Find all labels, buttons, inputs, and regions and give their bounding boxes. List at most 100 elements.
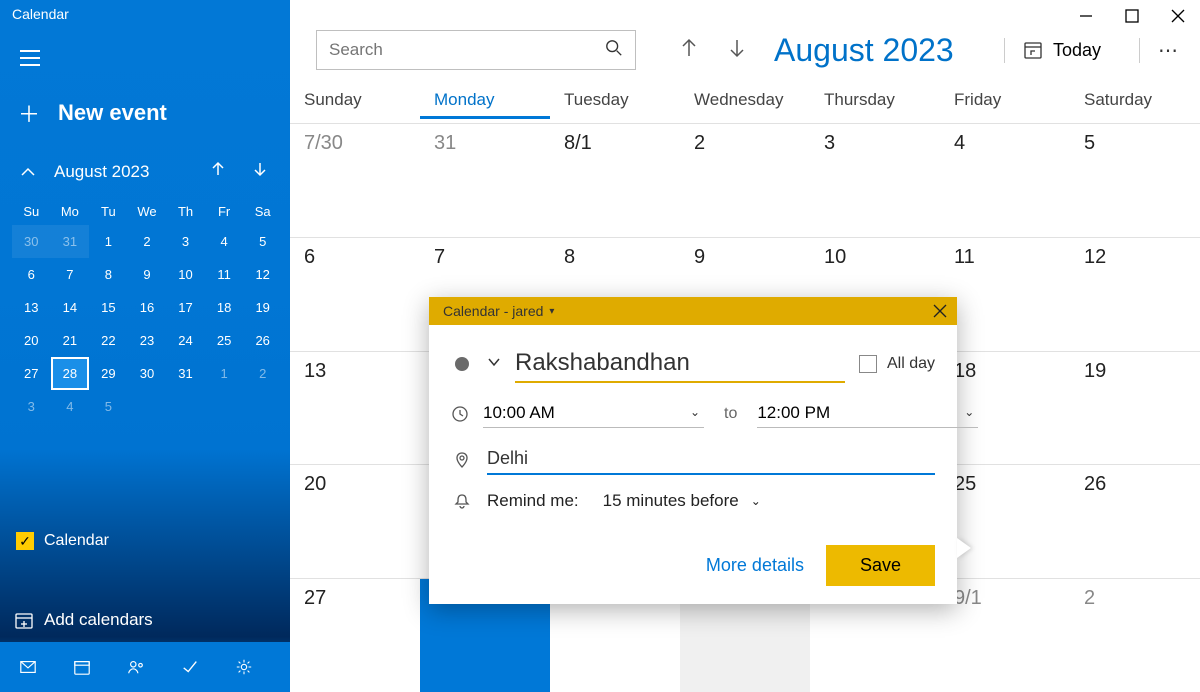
mini-cal-day[interactable]: 30 — [12, 225, 51, 258]
mini-cal-day[interactable]: 6 — [12, 258, 51, 291]
save-button[interactable]: Save — [826, 545, 935, 586]
minimize-button[interactable] — [1078, 8, 1094, 24]
mini-cal-day[interactable]: 7 — [51, 258, 90, 291]
mini-cal-day[interactable]: 1 — [205, 357, 244, 390]
mini-cal-day[interactable]: 27 — [12, 357, 51, 390]
mini-cal-day[interactable]: 12 — [243, 258, 282, 291]
mini-cal-day[interactable]: 15 — [89, 291, 128, 324]
mini-calendar[interactable]: SuMoTuWeThFrSa30311234567891011121314151… — [0, 190, 290, 423]
end-time-input[interactable] — [757, 399, 978, 428]
calendar-cell[interactable]: 12 — [1070, 237, 1200, 351]
mini-cal-day[interactable]: 31 — [166, 357, 205, 390]
mini-cal-day[interactable]: 23 — [128, 324, 167, 357]
mini-cal-day[interactable]: 25 — [205, 324, 244, 357]
search-icon[interactable] — [605, 39, 623, 62]
mini-cal-day[interactable]: 26 — [243, 324, 282, 357]
mini-cal-day[interactable]: 2 — [243, 357, 282, 390]
search-box[interactable] — [316, 30, 636, 70]
calendar-cell[interactable]: 8/1 — [550, 123, 680, 237]
collapse-mini-button[interactable] — [12, 164, 44, 180]
calendar-cell[interactable]: 2 — [680, 123, 810, 237]
mini-cal-day[interactable]: 30 — [128, 357, 167, 390]
more-details-link[interactable]: More details — [706, 555, 804, 576]
mini-cal-day[interactable]: 10 — [166, 258, 205, 291]
settings-icon[interactable] — [234, 657, 254, 677]
calendar-cell[interactable]: 3 — [810, 123, 940, 237]
mini-cal-day[interactable]: 22 — [89, 324, 128, 357]
calendar-cell[interactable]: 31 — [420, 123, 550, 237]
all-day-checkbox[interactable] — [859, 355, 877, 373]
calendar-cell[interactable]: 20 — [290, 464, 420, 578]
next-month-button[interactable] — [726, 37, 748, 64]
location-input[interactable] — [487, 444, 935, 475]
mini-cal-day[interactable]: 3 — [166, 225, 205, 258]
calendar-cell[interactable]: 27 — [290, 578, 420, 692]
color-circle-icon[interactable] — [455, 357, 469, 371]
todo-icon[interactable] — [180, 657, 200, 677]
mini-next-button[interactable] — [252, 161, 268, 182]
mini-cal-day[interactable]: 21 — [51, 324, 90, 357]
more-button[interactable]: ⋯ — [1139, 38, 1180, 63]
mini-cal-day[interactable]: 5 — [243, 225, 282, 258]
mini-cal-day[interactable]: 20 — [12, 324, 51, 357]
calendar-checkbox-row[interactable]: ✓ Calendar — [0, 532, 290, 610]
prev-month-button[interactable] — [678, 37, 700, 64]
mini-cal-day[interactable] — [166, 390, 205, 423]
mini-cal-day[interactable]: 31 — [51, 225, 90, 258]
calendar-cell[interactable]: 7/30 — [290, 123, 420, 237]
chevron-down-icon[interactable]: ⌄ — [964, 405, 974, 419]
calendar-cell[interactable]: 6 — [290, 237, 420, 351]
today-button[interactable]: Today — [1004, 38, 1119, 63]
all-day-toggle[interactable]: All day — [859, 355, 935, 373]
calendar-cell[interactable]: 4 — [940, 123, 1070, 237]
calendar-cell[interactable]: 26 — [1070, 464, 1200, 578]
mini-cal-day[interactable]: 8 — [89, 258, 128, 291]
new-event-button[interactable]: ＋ New event — [0, 97, 290, 129]
calendar-cell[interactable]: 2 — [1070, 578, 1200, 692]
calendar-cell[interactable]: 5 — [1070, 123, 1200, 237]
checkbox-checked-icon[interactable]: ✓ — [16, 532, 34, 550]
calendar-cell[interactable]: 25 — [940, 464, 1070, 578]
mini-cal-day[interactable]: 29 — [89, 357, 128, 390]
mini-cal-day[interactable]: 1 — [89, 225, 128, 258]
popup-calendar-label[interactable]: Calendar - jared — [443, 303, 543, 319]
mini-cal-day[interactable] — [205, 390, 244, 423]
mini-cal-day[interactable]: 28 — [51, 357, 90, 390]
calendar-icon[interactable] — [72, 657, 92, 677]
mini-cal-day[interactable]: 24 — [166, 324, 205, 357]
color-dropdown-button[interactable] — [487, 355, 501, 374]
mini-cal-day[interactable]: 11 — [205, 258, 244, 291]
mini-cal-day[interactable]: 17 — [166, 291, 205, 324]
search-input[interactable] — [329, 40, 605, 60]
chevron-down-icon[interactable]: ▾ — [549, 306, 554, 317]
mini-cal-day[interactable]: 16 — [128, 291, 167, 324]
maximize-button[interactable] — [1124, 8, 1140, 24]
mini-cal-day[interactable] — [243, 390, 282, 423]
mini-cal-day[interactable]: 2 — [128, 225, 167, 258]
remind-dropdown[interactable]: 15 minutes before ⌄ — [603, 491, 761, 511]
mini-cal-day[interactable]: 9 — [128, 258, 167, 291]
mini-cal-day[interactable]: 3 — [12, 390, 51, 423]
people-icon[interactable] — [126, 657, 146, 677]
calendar-cell[interactable]: 19 — [1070, 351, 1200, 465]
mini-cal-day[interactable] — [128, 390, 167, 423]
mini-cal-day[interactable]: 4 — [51, 390, 90, 423]
calendar-cell[interactable]: 11 — [940, 237, 1070, 351]
mini-cal-day[interactable]: 5 — [89, 390, 128, 423]
mini-cal-day[interactable]: 14 — [51, 291, 90, 324]
menu-button[interactable] — [0, 46, 290, 97]
chevron-down-icon[interactable]: ⌄ — [690, 405, 700, 419]
mini-prev-button[interactable] — [210, 161, 226, 182]
event-title-input[interactable] — [515, 345, 845, 383]
mini-cal-day[interactable]: 19 — [243, 291, 282, 324]
popup-close-button[interactable] — [933, 304, 947, 318]
mini-cal-day[interactable]: 18 — [205, 291, 244, 324]
mini-cal-day[interactable]: 4 — [205, 225, 244, 258]
calendar-cell[interactable]: 13 — [290, 351, 420, 465]
start-time-input[interactable] — [483, 399, 704, 428]
calendar-cell[interactable]: 9/1 — [940, 578, 1070, 692]
close-window-button[interactable] — [1170, 8, 1186, 24]
add-calendars-button[interactable]: Add calendars — [0, 610, 290, 642]
mini-cal-day[interactable]: 13 — [12, 291, 51, 324]
mail-icon[interactable] — [18, 657, 38, 677]
